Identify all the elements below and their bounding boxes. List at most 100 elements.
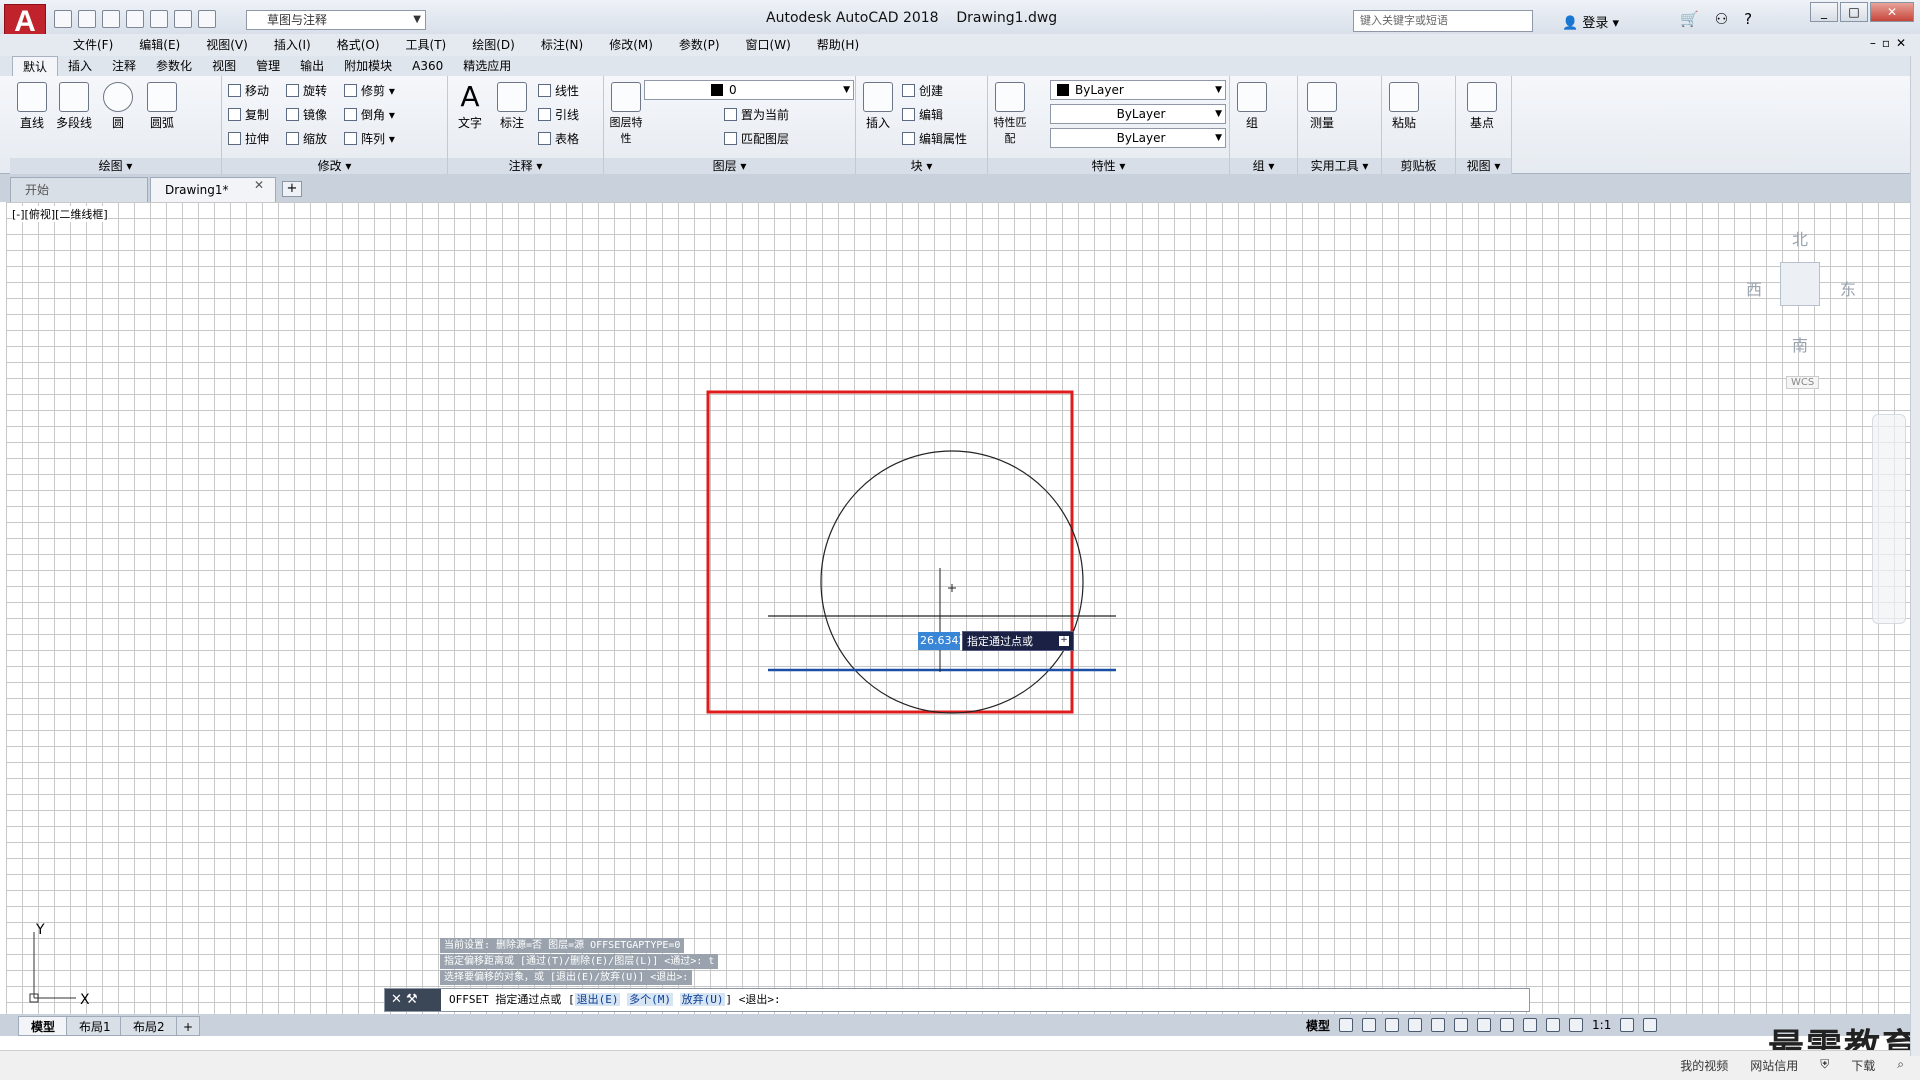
tab-model[interactable]: 模型 [18, 1016, 69, 1036]
isodraft-icon[interactable] [1454, 1018, 1469, 1032]
move-button[interactable]: 移动 [228, 82, 269, 100]
panel-block-title[interactable]: 块 ▾ [856, 158, 987, 174]
plus-icon[interactable] [1643, 1018, 1658, 1032]
close-icon[interactable]: ✕ [391, 992, 402, 1007]
site-credit-link[interactable]: 网站信用 [1750, 1057, 1798, 1074]
model-space-button[interactable]: 模型 [1306, 1017, 1330, 1034]
tab-default[interactable]: 默认 [12, 56, 59, 76]
arc-button[interactable]: 圆弧 [142, 82, 182, 131]
maximize-button[interactable]: □ [1840, 2, 1868, 22]
wcs-menu[interactable]: WCS [1786, 376, 1820, 389]
viewcube-north[interactable]: 北 [1792, 226, 1808, 250]
viewcube-face[interactable] [1780, 262, 1820, 306]
match-properties-button[interactable]: 特性匹配 [990, 82, 1030, 146]
a360-icon[interactable]: ⚇ [1715, 10, 1728, 28]
open-icon[interactable] [78, 10, 96, 28]
infer-constraints-icon[interactable] [1385, 1018, 1400, 1032]
table-button[interactable]: 表格 [538, 130, 579, 148]
command-option-exit[interactable]: 退出(E) [574, 993, 621, 1006]
right-scrollbar[interactable] [1910, 56, 1920, 1056]
mirror-button[interactable]: 镜像 [286, 106, 327, 124]
minimize-button[interactable]: _ [1810, 2, 1838, 22]
tab-start[interactable]: 开始 [10, 177, 148, 202]
panel-annotation-title[interactable]: 注释 ▾ [448, 158, 603, 174]
redo-icon[interactable] [198, 10, 216, 28]
undo-icon[interactable] [174, 10, 192, 28]
linear-button[interactable]: 线性 [538, 82, 579, 100]
panel-view-title[interactable]: 视图 ▾ [1456, 158, 1511, 174]
trim-button[interactable]: 修剪 ▾ [344, 82, 395, 100]
group-button[interactable]: 组 [1232, 82, 1272, 131]
menu-draw[interactable]: 绘图(D) [459, 34, 528, 56]
menu-view[interactable]: 视图(V) [193, 34, 261, 56]
menu-file[interactable]: 文件(F) [60, 34, 126, 56]
add-layout-button[interactable]: + [176, 1016, 201, 1036]
panel-layers-title[interactable]: 图层 ▾ [604, 158, 855, 174]
edit-attributes-button[interactable]: 编辑属性 [902, 130, 967, 148]
panel-properties-title[interactable]: 特性 ▾ [988, 158, 1229, 174]
linetype-dropdown[interactable]: ByLayer ▼ [1050, 104, 1226, 124]
object-snap-icon[interactable] [1500, 1018, 1515, 1032]
snap-icon[interactable] [1362, 1018, 1377, 1032]
polar-icon[interactable] [1431, 1018, 1446, 1032]
plot-icon[interactable] [150, 10, 168, 28]
create-block-button[interactable]: 创建 [902, 82, 943, 100]
lineweight-dropdown[interactable]: ByLayer ▼ [1050, 128, 1226, 148]
menu-help[interactable]: 帮助(H) [804, 34, 872, 56]
panel-groups-title[interactable]: 组 ▾ [1230, 158, 1297, 174]
menu-tools[interactable]: 工具(T) [393, 34, 460, 56]
new-icon[interactable] [54, 10, 72, 28]
object-snap-tracking-icon[interactable] [1477, 1018, 1492, 1032]
menu-window[interactable]: 窗口(W) [733, 34, 804, 56]
search-input[interactable]: 键入关键字或短语 [1353, 10, 1533, 32]
tab-output[interactable]: 输出 [290, 56, 334, 76]
annotation-visibility-icon[interactable] [1546, 1018, 1561, 1032]
search-icon[interactable]: ⌕ [1897, 1057, 1904, 1074]
leader-button[interactable]: 引线 [538, 106, 579, 124]
tab-parametric[interactable]: 参数化 [146, 56, 202, 76]
match-layer-button[interactable]: 匹配图层 [724, 130, 789, 148]
wrench-icon[interactable]: ⚒ [406, 992, 418, 1007]
tab-featured-apps[interactable]: 精选应用 [453, 56, 521, 76]
download-link[interactable]: 下载 [1851, 1057, 1875, 1074]
paste-button[interactable]: 粘贴 [1384, 82, 1424, 131]
viewcube-west[interactable]: 西 [1746, 276, 1762, 300]
menu-format[interactable]: 格式(O) [324, 34, 393, 56]
tab-addins[interactable]: 附加模块 [334, 56, 402, 76]
auto-scale-icon[interactable] [1569, 1018, 1584, 1032]
polyline-button[interactable]: 多段线 [54, 82, 94, 131]
circle-button[interactable]: 圆 [98, 82, 138, 131]
gear-icon[interactable] [1620, 1018, 1635, 1032]
ortho-icon[interactable] [1408, 1018, 1423, 1032]
close-button[interactable]: ✕ [1870, 2, 1914, 22]
menu-edit[interactable]: 编辑(E) [126, 34, 193, 56]
menu-insert[interactable]: 插入(I) [261, 34, 324, 56]
command-line-text[interactable]: OFFSET 指定通过点或 [退出(E) 多个(M) 放弃(U)] <退出>: [449, 989, 781, 1011]
color-dropdown[interactable]: ByLayer ▼ [1050, 80, 1226, 100]
rotate-button[interactable]: 旋转 [286, 82, 327, 100]
annotation-scale[interactable]: 1:1 [1592, 1018, 1611, 1032]
login-button[interactable]: 👤 登录 ▾ [1562, 12, 1619, 31]
layer-properties-button[interactable]: 图层特性 [606, 82, 646, 146]
document-window-controls[interactable]: –▫✕ [1870, 36, 1912, 50]
shield-icon[interactable]: ⛨ [1820, 1057, 1829, 1074]
tab-manage[interactable]: 管理 [246, 56, 290, 76]
dimension-button[interactable]: 标注 [492, 82, 532, 131]
cart-icon[interactable]: 🛒 [1680, 10, 1699, 28]
command-line[interactable]: ✕ ⚒ OFFSET 指定通过点或 [退出(E) 多个(M) 放弃(U)] <退… [384, 988, 1530, 1012]
viewcube-south[interactable]: 南 [1792, 332, 1808, 356]
save-icon[interactable] [102, 10, 120, 28]
command-option-undo[interactable]: 放弃(U) [679, 993, 726, 1006]
panel-modify-title[interactable]: 修改 ▾ [222, 158, 447, 174]
stretch-button[interactable]: 拉伸 [228, 130, 269, 148]
expand-icon[interactable]: + [1059, 636, 1069, 646]
text-button[interactable]: A 文字 [450, 82, 490, 131]
insert-button[interactable]: 插入 [858, 82, 898, 131]
tab-a360[interactable]: A360 [402, 56, 453, 76]
viewcube-east[interactable]: 东 [1840, 276, 1856, 300]
workspace-dropdown[interactable]: 草图与注释 ▼ [246, 10, 426, 30]
tab-annotate[interactable]: 注释 [102, 56, 146, 76]
new-tab-button[interactable]: + [282, 181, 302, 197]
application-menu-button[interactable]: A [4, 4, 46, 38]
edit-block-button[interactable]: 编辑 [902, 106, 943, 124]
